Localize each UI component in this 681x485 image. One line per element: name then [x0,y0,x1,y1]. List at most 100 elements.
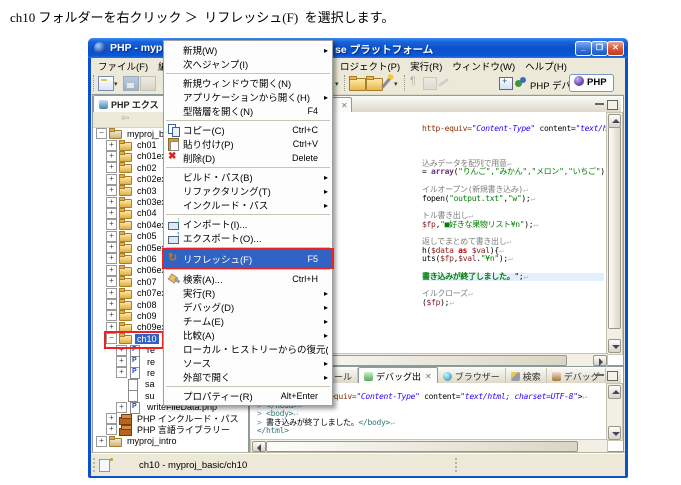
hidden-dropdown-icon[interactable]: ▾ [335,80,339,88]
menu-item-20[interactable]: 検索(A)...Ctrl+H [164,272,332,286]
open-file-icon[interactable] [349,78,366,91]
menu-separator [166,167,330,168]
tree-item-myproj_intro[interactable]: +myproj_intro [94,436,245,447]
menu-item-22[interactable]: デバッグ(D)▸ [164,300,332,314]
folder-icon [119,219,133,230]
save-icon[interactable] [123,76,139,91]
open-perspective-icon[interactable] [499,77,513,90]
menu-item-26[interactable]: ソース▸ [164,356,332,370]
menu-item-4[interactable]: アプリケーションから開く(H)▸ [164,90,332,104]
tab-browser[interactable]: ブラウザー [438,368,506,384]
editor-vscrollbar[interactable] [606,112,623,355]
menu-item-5[interactable]: 型階層を開く(N)F4 [164,104,332,118]
scroll-down-icon[interactable] [608,339,621,353]
scroll-down-icon[interactable] [608,426,621,440]
expander-icon[interactable]: + [106,231,117,242]
menu-item-23[interactable]: チーム(E)▸ [164,314,332,328]
tools-dropdown-icon[interactable]: ▾ [394,80,398,88]
expander-icon[interactable]: + [106,265,117,276]
expander-icon[interactable]: − [96,128,107,139]
expander-icon[interactable]: + [106,253,117,264]
menu-item-21[interactable]: 実行(R)▸ [164,286,332,300]
maximize-view-icon[interactable] [607,100,618,110]
menu-item-label: 削除(D) [183,151,292,165]
expander-icon[interactable]: + [106,219,117,230]
code-segment: $data [431,246,454,255]
menu-item-label: アプリケーションから開く(H) [183,90,322,104]
menu-item-18[interactable]: リフレッシュ(F)F5 [164,250,332,267]
tree-item-label: re [145,357,157,367]
expander-icon[interactable]: + [106,151,117,162]
scrollbar-thumb[interactable] [266,441,578,452]
expander-icon[interactable]: + [106,288,117,299]
close-icon[interactable]: ✕ [425,372,432,381]
close-button[interactable]: ✕ [607,41,624,56]
menu-item-8[interactable]: 貼り付け(P)Ctrl+V [164,137,332,151]
code-segment: ↵ [508,254,513,263]
back-arrow-icon[interactable]: ⇦ [121,113,129,124]
menu-item-0[interactable]: 新規(W)▸ [164,43,332,57]
window-title-left: PHP - mypr [110,42,166,54]
tab-debug-output[interactable]: デバッグ出✕ [358,367,438,384]
menu-item-13[interactable]: インクルード・パス▸ [164,198,332,212]
menu-item-7[interactable]: コピー(C)Ctrl+C [164,123,332,137]
open-folder-icon[interactable] [366,78,383,91]
menu-item-27[interactable]: 外部で開く▸ [164,370,332,384]
maximize-view-icon[interactable] [607,371,618,381]
expander-icon[interactable]: + [116,402,127,413]
php-perspective-button[interactable]: PHP [569,74,614,92]
maximize-button[interactable]: ❐ [591,41,608,56]
menu-item-label: チーム(E) [183,314,322,328]
edit-icon[interactable] [438,78,449,87]
menu-item-15[interactable]: インポート(I)... [164,217,332,231]
scroll-up-icon[interactable] [608,385,621,399]
scrollbar-thumb[interactable] [608,127,621,329]
menu-item-24[interactable]: 比較(A)▸ [164,328,332,342]
menu-item-11[interactable]: ビルド・パス(B)▸ [164,170,332,184]
code-segment: ↵ [499,246,504,255]
expander-icon[interactable]: + [116,356,127,367]
minimize-view-icon[interactable] [595,100,604,105]
expander-icon[interactable]: + [106,413,117,424]
minimize-button[interactable]: _ [575,41,592,56]
blank-icon [167,343,183,355]
scroll-up-icon[interactable] [608,114,621,128]
menu-item-12[interactable]: リファクタリング(T)▸ [164,184,332,198]
show-whitespace-icon[interactable]: ¶ [410,75,416,87]
expander-icon[interactable]: + [106,185,117,196]
console-hscrollbar[interactable] [250,439,608,453]
menu-item-29[interactable]: プロパティー(R)Alt+Enter [164,389,332,403]
expander-icon[interactable]: + [106,174,117,185]
tab-search[interactable]: 検索 [506,368,547,384]
expander-icon[interactable]: + [106,140,117,151]
expander-icon[interactable]: + [106,310,117,321]
expander-icon[interactable]: + [106,208,117,219]
php-debug-perspective-icon[interactable] [515,77,526,88]
expander-icon[interactable]: + [106,299,117,310]
blank-icon [167,199,183,211]
close-icon[interactable]: ✕ [341,101,348,110]
menu-item-9[interactable]: 削除(D)Delete [164,151,332,165]
expander-icon[interactable]: + [116,367,127,378]
menu-item-3[interactable]: 新規ウィンドウで開く(N) [164,76,332,90]
new-wizard-icon[interactable] [98,76,114,91]
expander-icon[interactable]: + [106,276,117,287]
tree-item-PHP-[interactable]: +PHP 言語ライブラリー [94,424,245,435]
expander-icon[interactable]: + [106,162,117,173]
folder-icon [119,162,133,173]
new-dropdown-icon[interactable]: ▾ [114,80,118,88]
menu-item-16[interactable]: エクスポート(O)... [164,231,332,245]
minimize-view-icon[interactable] [595,371,604,376]
print-icon[interactable] [140,76,156,91]
menu-item-25[interactable]: ローカル・ヒストリーからの復元(Y)... [164,342,332,356]
console-vscrollbar[interactable] [606,383,623,441]
expander-icon[interactable]: + [106,242,117,253]
expander-icon[interactable]: + [96,436,107,447]
menu-item-1[interactable]: 次へジャンプ(I) [164,57,332,71]
expander-icon[interactable]: + [106,197,117,208]
expander-icon[interactable]: + [106,424,117,435]
mark-occurrences-icon[interactable] [423,77,437,90]
scroll-right-icon[interactable] [593,355,607,366]
code-line [422,134,604,143]
scroll-left-icon[interactable] [252,441,266,452]
